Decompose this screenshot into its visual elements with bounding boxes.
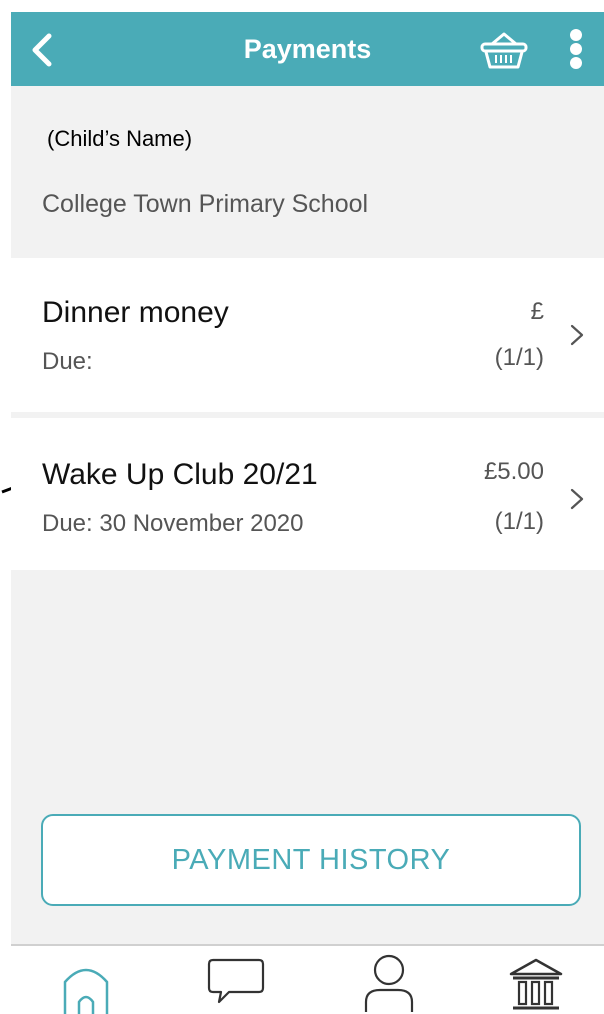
payment-amount: £5.00 <box>483 458 544 485</box>
child-header: (Child’s Name) <box>11 86 604 184</box>
child-name: (Child’s Name) <box>47 126 193 151</box>
tab-home[interactable] <box>51 952 121 1014</box>
back-button[interactable] <box>17 22 71 76</box>
more-options-button[interactable] <box>561 22 591 76</box>
payment-history-button[interactable]: PAYMENT HISTORY <box>41 814 581 906</box>
payment-count: (1/1) <box>494 508 544 535</box>
more-vertical-icon <box>570 29 582 69</box>
school-name: College Town Primary School <box>42 190 369 218</box>
chevron-right-icon <box>570 488 584 510</box>
tab-profile[interactable] <box>354 952 424 1014</box>
tab-messages[interactable] <box>201 952 271 1014</box>
payment-due-date: Due: <box>42 348 93 375</box>
school-row: College Town Primary School <box>11 180 604 258</box>
tab-bank[interactable] <box>501 952 571 1014</box>
basket-button[interactable] <box>474 22 534 76</box>
bank-icon <box>509 958 563 1010</box>
payment-title: Dinner money <box>42 296 229 329</box>
basket-icon <box>480 32 528 69</box>
payment-count: (1/1) <box>494 344 544 371</box>
profile-icon <box>364 954 414 1012</box>
message-icon <box>207 958 265 1004</box>
home-icon <box>63 968 109 1014</box>
chevron-right-icon <box>570 324 584 346</box>
payments-page: Payments (Child’s Name) College Town Pri… <box>0 0 604 1014</box>
payment-due-date: Due: 30 November 2020 <box>42 510 304 537</box>
payment-item-wake-up-club[interactable]: Wake Up Club 20/21 Due: 30 November 2020… <box>11 418 604 570</box>
app-screen: Payments (Child’s Name) College Town Pri… <box>11 12 604 1014</box>
top-bar: Payments <box>11 12 604 86</box>
chevron-left-icon <box>32 33 52 67</box>
bottom-tab-bar <box>11 944 604 1014</box>
payment-amount: £ <box>530 298 544 325</box>
payment-title: Wake Up Club 20/21 <box>42 458 318 491</box>
payment-item-dinner-money[interactable]: Dinner money Due: £ (1/1) <box>11 258 604 412</box>
